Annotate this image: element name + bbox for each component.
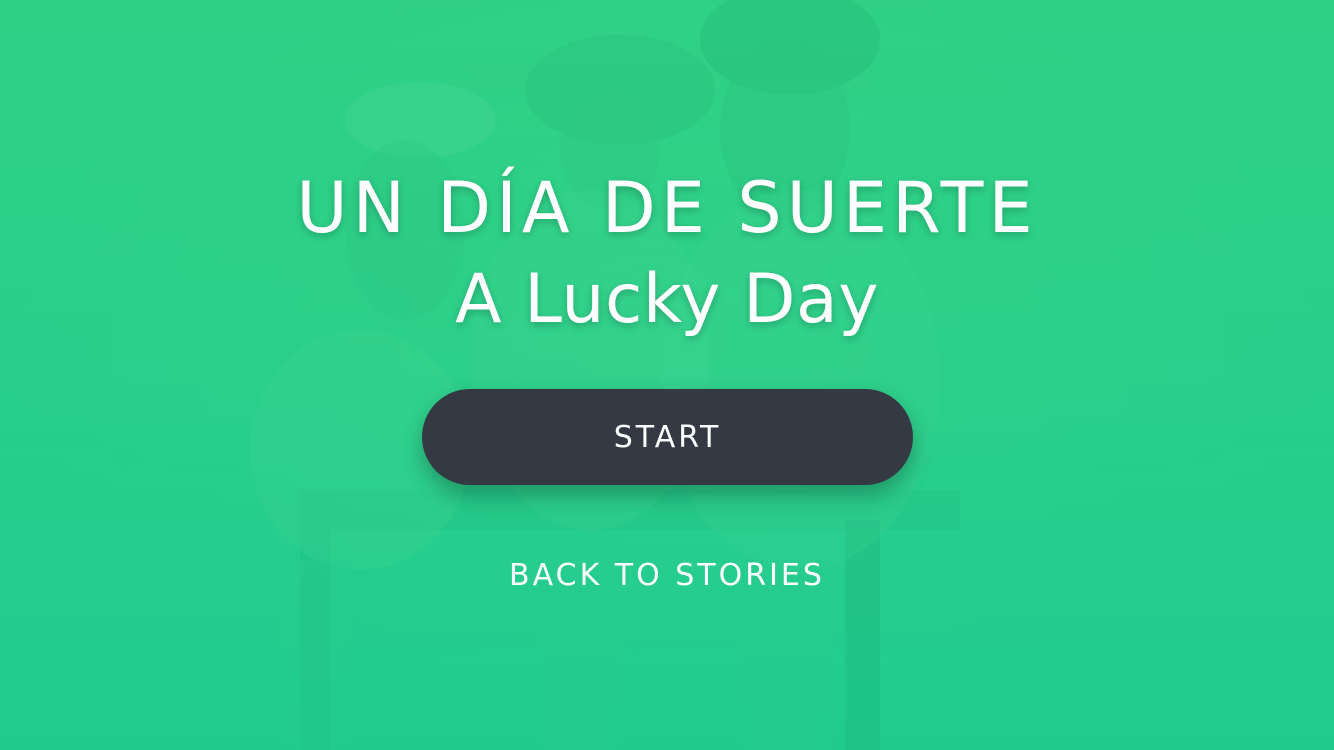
back-to-stories-link[interactable]: BACK TO STORIES [490, 556, 844, 596]
story-intro-screen: UN DÍA DE SUERTE A Lucky Day START BACK … [0, 0, 1334, 750]
story-subtitle: A Lucky Day [455, 260, 879, 339]
start-button[interactable]: START [422, 389, 913, 485]
back-to-stories-link-area: BACK TO STORIES [490, 556, 844, 602]
color-overlay [0, 0, 1334, 750]
story-title: UN DÍA DE SUERTE [296, 167, 1038, 249]
